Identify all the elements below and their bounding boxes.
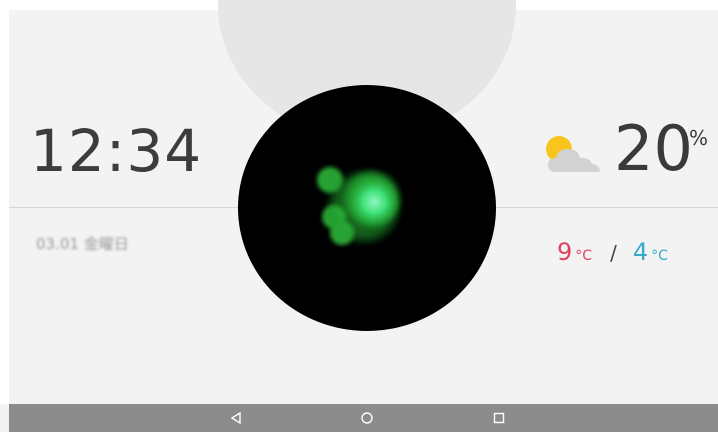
voice-assistant-button[interactable]: [238, 85, 496, 331]
nav-home-button[interactable]: [347, 404, 387, 432]
partly-cloudy-icon: [542, 132, 604, 178]
clock-time: 12:34: [30, 117, 203, 185]
current-temperature: 20: [614, 112, 693, 185]
temperature-unit: %: [689, 126, 709, 150]
low-unit: °C: [651, 248, 668, 264]
low-temperature: 4: [632, 238, 649, 266]
nav-recents-button[interactable]: [479, 404, 519, 432]
recents-square-icon: [493, 412, 505, 424]
high-unit: °C: [575, 248, 593, 264]
high-temperature: 9: [557, 238, 573, 266]
temperature-range: 9 °C/4 °C: [557, 240, 668, 268]
navigation-bar: [9, 404, 718, 432]
left-edge: [0, 0, 9, 404]
date-label: 03.01 金曜日: [36, 235, 129, 253]
nav-back-button[interactable]: [216, 404, 256, 432]
range-separator: /: [610, 241, 617, 265]
voice-assistant-orb-icon: [317, 167, 402, 245]
back-triangle-icon: [230, 411, 241, 425]
home-circle-icon: [361, 412, 373, 424]
launcher-screen: 12:34 03.01 金曜日 20 % 9 °C/4 °C: [0, 0, 718, 432]
